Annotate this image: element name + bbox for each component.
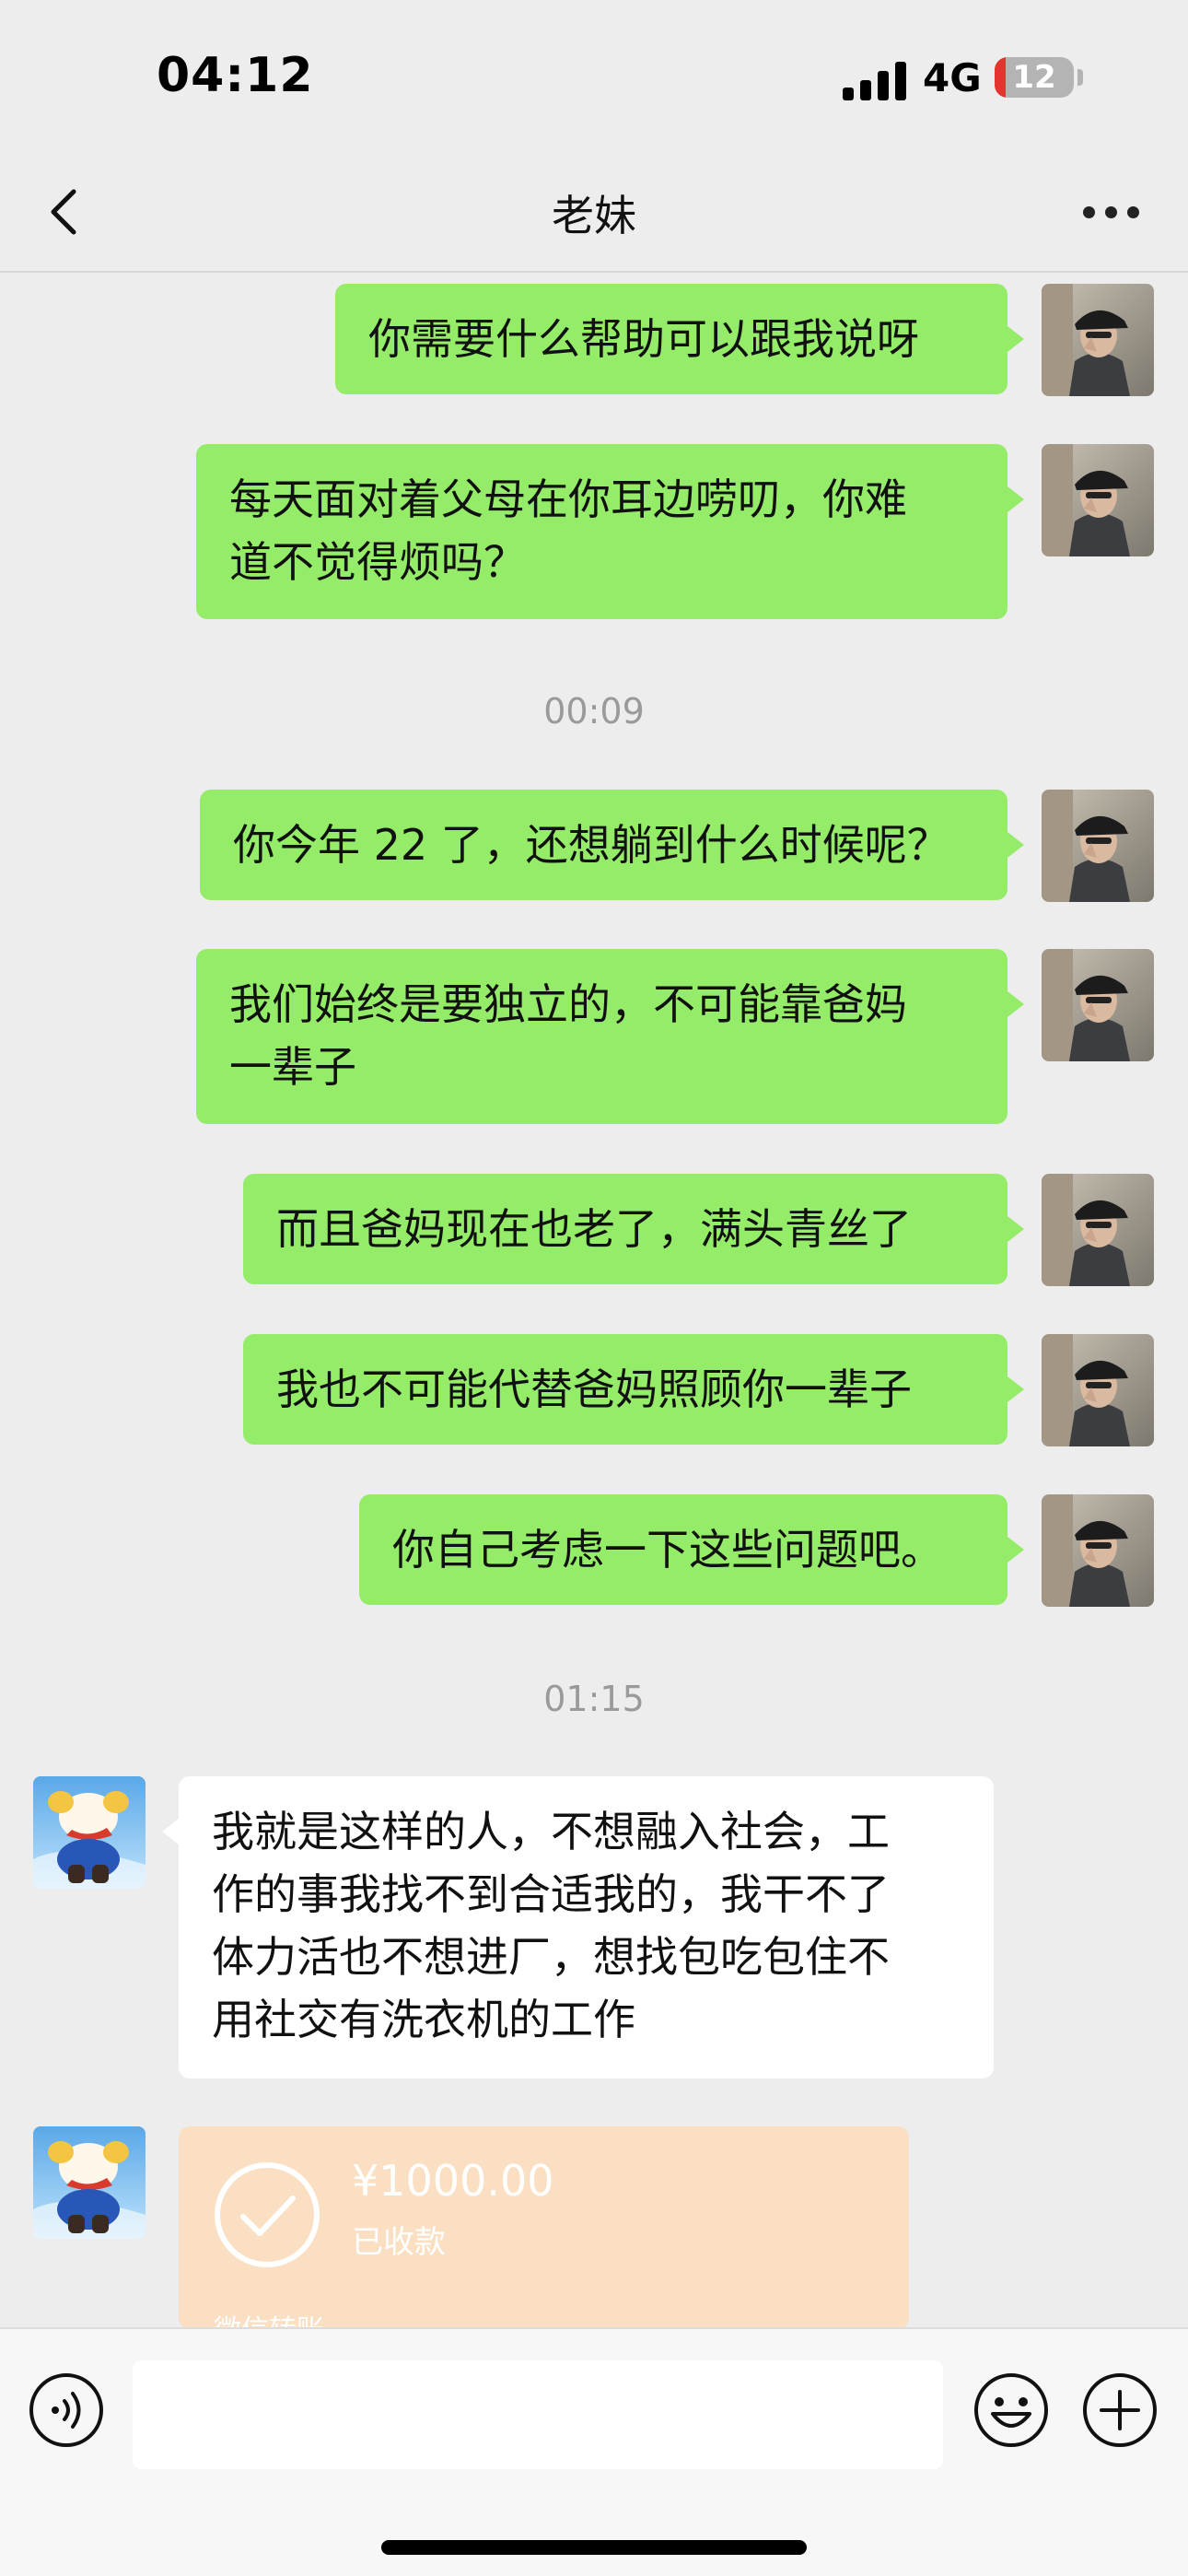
message-text: 你今年 22 了，还想躺到什么时候呢？: [233, 820, 949, 870]
message-bubble-self[interactable]: 而且爸妈现在也老了，满头青丝了: [243, 1174, 1024, 1284]
self-avatar[interactable]: [1042, 1334, 1154, 1446]
voice-icon[interactable]: [28, 2371, 105, 2449]
status-time: 04:12: [157, 48, 314, 103]
status-bar: 04:12 4G 12: [0, 0, 1188, 157]
home-indicator[interactable]: [381, 2540, 807, 2555]
network-type: 4G: [923, 55, 982, 100]
self-avatar[interactable]: [1042, 1494, 1154, 1607]
message-text: 我也不可能代替爸妈照顾你一辈子: [276, 1364, 912, 1414]
message-line: 每天面对着父母在你耳边唠叨，你难: [229, 474, 907, 524]
chat-title: 老妹: [552, 191, 636, 240]
cellular-signal-icon: [843, 60, 907, 100]
battery-cap: [1077, 69, 1083, 86]
message-bubble-self[interactable]: 每天面对着父母在你耳边唠叨，你难 道不觉得烦吗？: [196, 444, 1024, 619]
message-text: 你自己考虑一下这些问题吧。: [392, 1525, 943, 1575]
self-avatar[interactable]: [1042, 949, 1154, 1061]
transfer-card[interactable]: ¥1000.00 已收款 微信转账: [179, 2126, 909, 2329]
transfer-status: 已收款: [352, 2224, 446, 2261]
check-circle-icon: [215, 2162, 320, 2267]
message-bubble-other[interactable]: 我就是这样的人，不想融入社会，工 作的事我找不到合适我的，我干不了 体力活也不想…: [162, 1776, 994, 2078]
battery-icon: 12: [995, 57, 1074, 98]
contact-avatar[interactable]: [33, 2126, 146, 2239]
timestamp: 00:09: [543, 691, 645, 732]
message-bubble-self[interactable]: 你自己考虑一下这些问题吧。: [359, 1494, 1024, 1605]
message-line: 体力活也不想进厂，想找包吃包住不: [212, 1932, 890, 1982]
plus-icon[interactable]: [1081, 2371, 1159, 2449]
message-bubble-self[interactable]: 我也不可能代替爸妈照顾你一辈子: [243, 1334, 1024, 1445]
self-avatar[interactable]: [1042, 444, 1154, 556]
message-line: 用社交有洗衣机的工作: [212, 1995, 635, 2044]
input-bar: [0, 2327, 1188, 2576]
emoji-icon[interactable]: [973, 2371, 1050, 2449]
more-dots-icon[interactable]: [1079, 203, 1144, 225]
message-line: 道不觉得烦吗？: [229, 537, 526, 587]
battery-percent: 12: [1012, 59, 1056, 96]
message-input[interactable]: [133, 2360, 943, 2469]
transfer-source-label: 微信转账: [214, 2307, 324, 2329]
self-avatar[interactable]: [1042, 790, 1154, 902]
self-avatar[interactable]: [1042, 1174, 1154, 1286]
message-bubble-self[interactable]: 你今年 22 了，还想躺到什么时候呢？: [200, 790, 1024, 900]
message-text: 而且爸妈现在也老了，满头青丝了: [276, 1204, 912, 1254]
self-avatar[interactable]: [1042, 284, 1154, 396]
message-bubble-self[interactable]: 你需要什么帮助可以跟我说呀: [335, 284, 1024, 394]
message-bubble-self[interactable]: 我们始终是要独立的，不可能靠爸妈 一辈子: [196, 949, 1024, 1124]
message-line: 作的事我找不到合适我的，我干不了: [212, 1869, 890, 1919]
timestamp: 01:15: [543, 1679, 645, 1719]
message-line: 我就是这样的人，不想融入社会，工: [212, 1807, 890, 1856]
message-text: 你需要什么帮助可以跟我说呀: [368, 314, 919, 364]
message-line: 一辈子: [229, 1042, 356, 1092]
transfer-amount: ¥1000.00: [352, 2156, 554, 2206]
contact-avatar[interactable]: [33, 1776, 146, 1889]
message-line: 我们始终是要独立的，不可能靠爸妈: [229, 979, 907, 1029]
chat-header: 老妹: [0, 157, 1188, 273]
